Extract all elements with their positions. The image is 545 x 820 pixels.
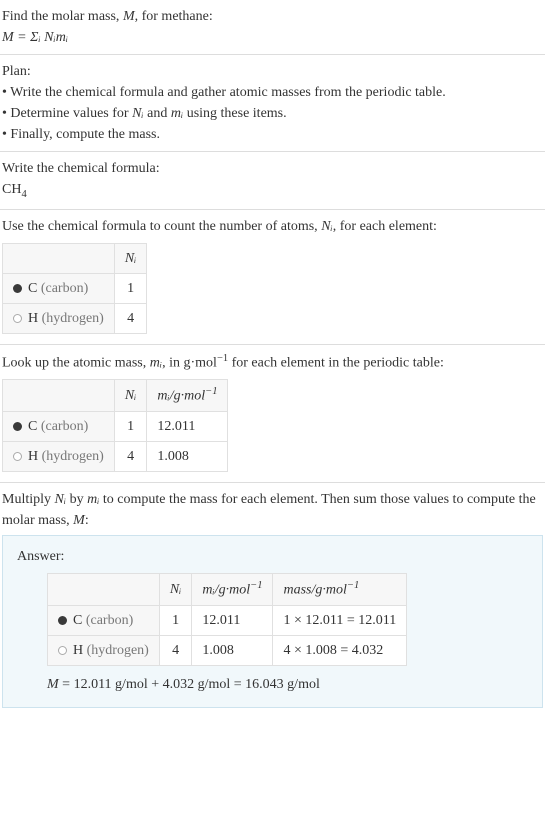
molar-mass-equation: M = Σᵢ Nᵢmᵢ <box>2 27 543 48</box>
mass-table: Nᵢ mᵢ/g·mol−1 C (carbon) 1 12.011 H (hyd… <box>2 379 228 472</box>
m-cell: 12.011 <box>192 605 273 635</box>
mass-text: Look up the atomic mass, mᵢ, in g·mol−1 … <box>2 351 543 374</box>
eq-rhs: = Σᵢ Nᵢmᵢ <box>14 30 68 45</box>
table-header-row: Nᵢ mᵢ/g·mol−1 <box>3 380 228 412</box>
table-row: H (hydrogen) 4 1.008 <box>3 441 228 471</box>
chemical-formula: CH4 <box>2 179 543 203</box>
final-result: M = 12.011 g/mol + 4.032 g/mol = 16.043 … <box>47 674 528 695</box>
n-cell: 1 <box>114 273 147 303</box>
hydrogen-swatch-icon <box>58 646 67 655</box>
n-cell: 4 <box>114 303 147 333</box>
intro-text-post: , for methane: <box>135 9 213 24</box>
col-element <box>3 243 115 273</box>
plan-bullet: • Determine values for Nᵢ and mᵢ using t… <box>2 103 543 124</box>
plan-section: Plan: • Write the chemical formula and g… <box>0 55 545 152</box>
mass-section: Look up the atomic mass, mᵢ, in g·mol−1 … <box>0 345 545 483</box>
element-cell: C (carbon) <box>3 411 115 441</box>
n-cell: 1 <box>159 605 192 635</box>
table-row: C (carbon) 1 12.011 1 × 12.011 = 12.011 <box>48 605 407 635</box>
element-cell: C (carbon) <box>3 273 115 303</box>
col-m: mᵢ/g·mol−1 <box>147 380 228 412</box>
hydrogen-swatch-icon <box>13 452 22 461</box>
answer-table: Nᵢ mᵢ/g·mol−1 mass/g·mol−1 C (carbon) 1 … <box>47 573 407 666</box>
col-element <box>3 380 115 412</box>
hydrogen-swatch-icon <box>13 314 22 323</box>
carbon-swatch-icon <box>58 616 67 625</box>
m-cell: 12.011 <box>147 411 228 441</box>
table-row: C (carbon) 1 12.011 <box>3 411 228 441</box>
n-cell: 4 <box>159 635 192 665</box>
formula-heading: Write the chemical formula: <box>2 158 543 179</box>
carbon-swatch-icon <box>13 284 22 293</box>
count-section: Use the chemical formula to count the nu… <box>0 210 545 345</box>
element-cell: H (hydrogen) <box>3 303 115 333</box>
count-text: Use the chemical formula to count the nu… <box>2 216 543 237</box>
element-cell: H (hydrogen) <box>3 441 115 471</box>
intro-section: Find the molar mass, M, for methane: M =… <box>0 0 545 55</box>
table-row: H (hydrogen) 4 <box>3 303 147 333</box>
element-cell: H (hydrogen) <box>48 635 160 665</box>
table-row: C (carbon) 1 <box>3 273 147 303</box>
answer-box: Answer: Nᵢ mᵢ/g·mol−1 mass/g·mol−1 C (ca… <box>2 535 543 708</box>
n-cell: 4 <box>114 441 147 471</box>
table-row: H (hydrogen) 4 1.008 4 × 1.008 = 4.032 <box>48 635 407 665</box>
count-table: Nᵢ C (carbon) 1 H (hydrogen) 4 <box>2 243 147 334</box>
plan-bullet: • Write the chemical formula and gather … <box>2 82 543 103</box>
col-m: mᵢ/g·mol−1 <box>192 573 273 605</box>
table-header-row: Nᵢ mᵢ/g·mol−1 mass/g·mol−1 <box>48 573 407 605</box>
compute-section: Multiply Nᵢ by mᵢ to compute the mass fo… <box>0 483 545 714</box>
element-cell: C (carbon) <box>48 605 160 635</box>
plan-bullet: • Finally, compute the mass. <box>2 124 543 145</box>
mass-cell: 4 × 1.008 = 4.032 <box>273 635 407 665</box>
table-header-row: Nᵢ <box>3 243 147 273</box>
intro-text: Find the molar mass, <box>2 9 123 24</box>
compute-text: Multiply Nᵢ by mᵢ to compute the mass fo… <box>2 489 543 531</box>
col-n: Nᵢ <box>114 243 147 273</box>
carbon-swatch-icon <box>13 422 22 431</box>
n-cell: 1 <box>114 411 147 441</box>
eq-lhs: M <box>2 30 14 45</box>
col-element <box>48 573 160 605</box>
chemical-formula-section: Write the chemical formula: CH4 <box>0 152 545 210</box>
m-cell: 1.008 <box>192 635 273 665</box>
var-M: M <box>123 9 135 24</box>
mass-cell: 1 × 12.011 = 12.011 <box>273 605 407 635</box>
answer-label: Answer: <box>17 546 528 567</box>
col-n: Nᵢ <box>159 573 192 605</box>
plan-heading: Plan: <box>2 61 543 82</box>
intro-line: Find the molar mass, M, for methane: <box>2 6 543 27</box>
col-mass: mass/g·mol−1 <box>273 573 407 605</box>
col-n: Nᵢ <box>114 380 147 412</box>
m-cell: 1.008 <box>147 441 228 471</box>
